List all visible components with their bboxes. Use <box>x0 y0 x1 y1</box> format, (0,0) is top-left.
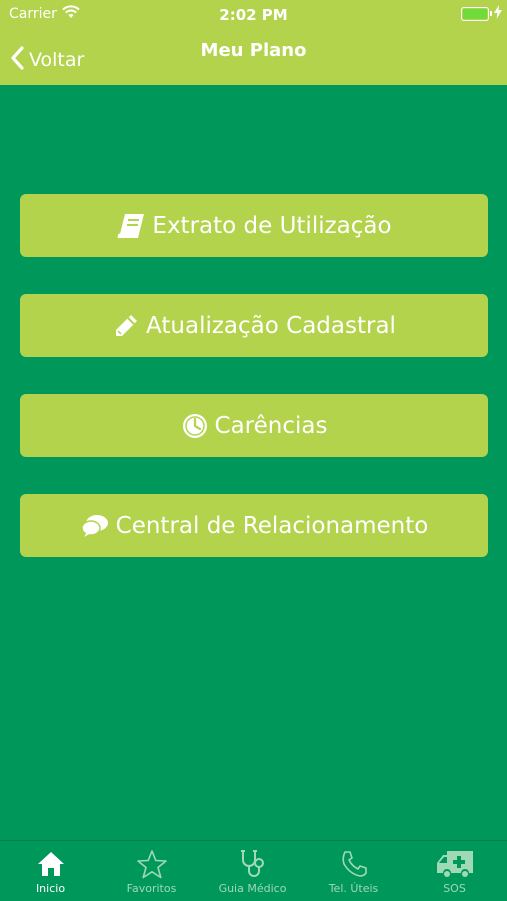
charging-bolt-icon <box>494 5 502 23</box>
atualizacao-cadastral-button[interactable]: Atualização Cadastral <box>20 294 488 357</box>
tab-favoritos-label: Favoritos <box>126 882 177 895</box>
extrato-utilizacao-button[interactable]: Extrato de Utilização <box>20 194 488 257</box>
status-bar: Carrier 2:02 PM <box>0 0 507 28</box>
tab-guia-medico[interactable]: Guia Médico <box>202 841 303 901</box>
pencil-icon <box>112 312 140 340</box>
tab-tel-uteis[interactable]: Tel. Úteis <box>303 841 404 901</box>
extrato-utilizacao-label: Extrato de Utilização <box>152 212 392 239</box>
menu-list: Extrato de Utilização Atualização Cadast… <box>20 194 488 594</box>
tab-inicio[interactable]: Inicio <box>0 841 101 901</box>
phone-icon <box>339 848 369 880</box>
page-title: Meu Plano <box>200 40 307 61</box>
book-icon <box>116 212 146 240</box>
status-time: 2:02 PM <box>219 6 288 24</box>
tab-guia-medico-label: Guia Médico <box>218 882 287 895</box>
central-relacionamento-button[interactable]: Central de Relacionamento <box>20 494 488 557</box>
tab-inicio-label: Inicio <box>35 882 66 895</box>
tab-sos[interactable]: SOS <box>404 841 505 901</box>
tab-favoritos[interactable]: Favoritos <box>101 841 202 901</box>
stethoscope-icon <box>237 848 269 880</box>
tab-bar: Inicio Favoritos Guia Médico Tel. Úteis … <box>0 840 507 901</box>
battery-tip <box>490 11 492 16</box>
atualizacao-cadastral-label: Atualização Cadastral <box>146 312 396 339</box>
chat-bubbles-icon <box>80 512 110 540</box>
star-icon <box>136 848 168 880</box>
home-icon <box>36 848 66 880</box>
battery-icon <box>461 7 489 21</box>
navigation-bar: Carrier 2:02 PM Voltar Meu Plano <box>0 0 507 85</box>
ambulance-icon <box>435 848 475 880</box>
carencias-label: Carências <box>214 412 328 439</box>
carencias-button[interactable]: Carências <box>20 394 488 457</box>
central-relacionamento-label: Central de Relacionamento <box>115 512 429 539</box>
clock-icon <box>181 412 209 440</box>
tab-tel-uteis-label: Tel. Úteis <box>328 882 379 895</box>
tab-sos-label: SOS <box>443 882 466 895</box>
